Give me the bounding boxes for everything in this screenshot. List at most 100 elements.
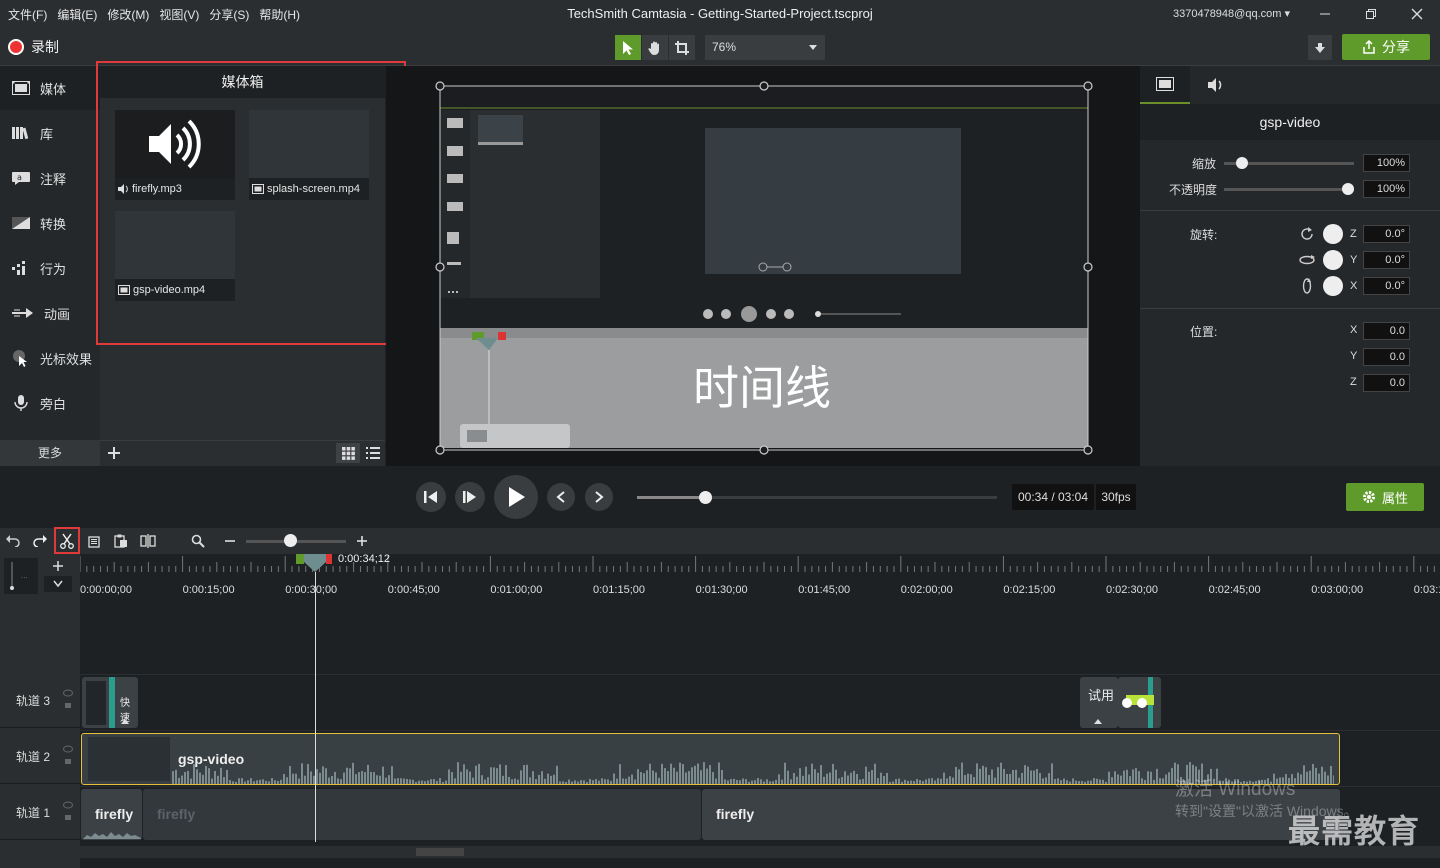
ruler-tick-label: 0:00:45;00 [387, 584, 440, 596]
share-button[interactable]: 分享 [1342, 34, 1430, 60]
position-z-field[interactable]: 0.0 [1363, 374, 1410, 392]
minimize-button[interactable] [1302, 0, 1348, 28]
audio-waveform [83, 832, 141, 839]
waveform-bar [490, 767, 492, 784]
sidebar-item-library[interactable]: 库 [0, 111, 100, 155]
waveform-bar [262, 779, 264, 784]
undo-button[interactable] [4, 532, 22, 550]
redo-button[interactable] [31, 532, 49, 550]
record-button[interactable]: 录制 [8, 37, 59, 57]
pan-tool-button[interactable] [642, 35, 668, 60]
rotation-y-field[interactable]: 0.0° [1363, 251, 1410, 269]
opacity-slider-handle[interactable] [1342, 183, 1354, 195]
step-back-button[interactable] [416, 482, 446, 512]
download-button[interactable] [1308, 35, 1332, 60]
menu-share[interactable]: 分享(S) [209, 6, 249, 23]
rotation-x-field[interactable]: 0.0° [1363, 277, 1410, 295]
close-button[interactable] [1394, 0, 1440, 28]
waveform-bar [628, 776, 630, 784]
paste-button[interactable] [112, 532, 130, 550]
menu-edit[interactable]: 编辑(E) [57, 6, 97, 23]
more-button[interactable]: 更多 [0, 440, 100, 466]
track-header-3[interactable]: 轨道 3 [0, 674, 80, 728]
opacity-value-field[interactable]: 100% [1363, 180, 1410, 198]
scrollbar-thumb[interactable] [416, 848, 464, 856]
rotation-z-field[interactable]: 0.0° [1363, 225, 1410, 243]
behavior-icon [12, 261, 25, 275]
sidebar-item-cursor-effects[interactable]: 光标效果 [0, 336, 100, 380]
waveform-bar [406, 779, 408, 784]
track-header-2[interactable]: 轨道 2 [0, 730, 80, 784]
collapse-tracks-button[interactable] [44, 576, 72, 592]
waveform-bar [643, 773, 645, 784]
previous-clip-button[interactable] [547, 483, 575, 511]
select-tool-button[interactable] [615, 35, 641, 60]
maximize-button[interactable] [1348, 0, 1394, 28]
track3-clip-callout[interactable]: 试用 [1080, 677, 1118, 728]
rotation-z-dial[interactable] [1323, 224, 1343, 244]
next-clip-button[interactable] [585, 483, 613, 511]
sidebar-item-annotation[interactable]: a 注释 [0, 156, 100, 200]
grid-view-button[interactable] [336, 443, 360, 463]
position-y-field[interactable]: 0.0 [1363, 348, 1410, 366]
properties-button[interactable]: 属性 [1346, 483, 1424, 511]
split-button[interactable] [139, 532, 157, 550]
zoom-out-button[interactable] [221, 532, 239, 550]
tab-audio-properties[interactable] [1191, 66, 1241, 104]
waveform-bar [466, 769, 468, 784]
play-button[interactable] [494, 475, 538, 519]
copy-icon [88, 536, 100, 548]
waveform-bar [382, 766, 384, 784]
track1-clip-firefly-2[interactable]: firefly [143, 789, 701, 840]
waveform-bar [1315, 767, 1317, 784]
track2-clip-gsp-video[interactable]: gsp-video [81, 733, 1340, 785]
sidebar-item-media[interactable]: 媒体 [0, 66, 100, 110]
waveform-bar [355, 774, 357, 784]
track3-clip-cursor[interactable] [1118, 677, 1161, 728]
sidebar-item-animation[interactable]: 动画 [0, 291, 100, 335]
rotation-x-dial[interactable] [1323, 276, 1343, 296]
track-header-1[interactable]: 轨道 1 [0, 786, 80, 840]
scale-value-field[interactable]: 100% [1363, 154, 1410, 172]
timeline-zoom-handle[interactable] [284, 534, 297, 547]
waveform-bar [508, 776, 510, 784]
waveform-bar [655, 772, 657, 784]
add-media-button[interactable] [104, 443, 124, 463]
axis-label: Z [1350, 376, 1357, 388]
sidebar-item-voice-narration[interactable]: 旁白 [0, 381, 100, 425]
opacity-slider[interactable] [1224, 188, 1354, 191]
zoom-timeline-button[interactable] [189, 532, 207, 550]
tab-visual-properties[interactable] [1140, 66, 1190, 104]
sidebar-item-transition[interactable]: 转换 [0, 201, 100, 245]
track-height-control[interactable]: ... [4, 558, 38, 594]
track1-clip-firefly-1[interactable]: firefly [81, 789, 142, 840]
menu-modify[interactable]: 修改(M) [107, 6, 149, 23]
menu-file[interactable]: 文件(F) [8, 6, 47, 23]
rotation-y-dial[interactable] [1323, 250, 1343, 270]
waveform-bar [676, 771, 678, 784]
waveform-bar [799, 768, 801, 784]
playback-progress-track[interactable] [637, 496, 997, 499]
microphone-icon [14, 395, 28, 411]
waveform-bar [1030, 770, 1032, 784]
waveform-bar [952, 777, 954, 784]
menu-view[interactable]: 视图(V) [159, 6, 199, 23]
sidebar-item-behavior[interactable]: 行为 [0, 246, 100, 290]
track3-clip-intro[interactable]: 快速 [82, 677, 138, 728]
properties-button-label: 属性 [1381, 490, 1408, 506]
waveform-bar [244, 781, 246, 784]
canvas-preview[interactable]: 时间线 [386, 66, 1140, 466]
zoom-in-button[interactable] [353, 532, 371, 550]
copy-button[interactable] [86, 532, 104, 550]
crop-tool-button[interactable] [669, 35, 695, 60]
add-track-button[interactable] [44, 558, 72, 574]
zoom-select[interactable]: 76% [705, 35, 825, 60]
timeline-scrollbar[interactable] [80, 846, 1440, 858]
playhead-marker[interactable] [296, 554, 332, 572]
list-view-button[interactable] [362, 443, 384, 463]
brand-watermark: 最需教育 [1288, 813, 1421, 849]
position-x-field[interactable]: 0.0 [1363, 322, 1410, 340]
account-menu[interactable]: 3370478948@qq.com ▾ [1173, 0, 1290, 28]
step-forward-button[interactable] [455, 482, 485, 512]
menu-help[interactable]: 帮助(H) [259, 6, 300, 23]
